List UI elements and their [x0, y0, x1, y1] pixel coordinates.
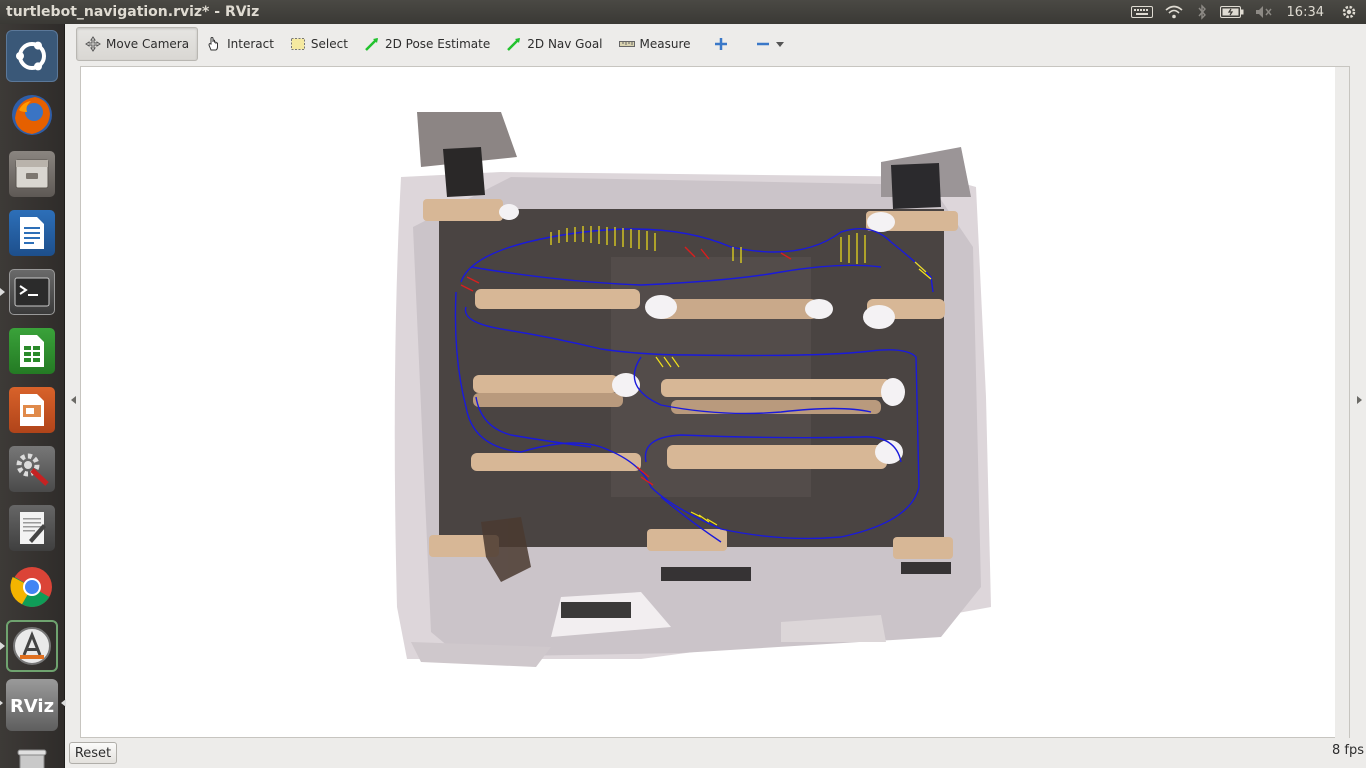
select-box-icon [290, 36, 306, 52]
window-title: turtlebot_navigation.rviz* - RViz [6, 4, 260, 20]
rviz-icon-label: RViz [10, 696, 54, 717]
top-panel: turtlebot_navigation.rviz* - RViz 16:34 [0, 0, 1366, 24]
render-panel [66, 64, 1366, 741]
hand-icon [206, 36, 222, 52]
libreoffice-writer-icon[interactable] [6, 207, 58, 259]
bluetooth-icon[interactable] [1189, 0, 1215, 24]
select-label: Select [310, 37, 348, 51]
system-settings-icon[interactable] [6, 443, 58, 495]
clock[interactable]: 16:34 [1279, 0, 1332, 24]
firefox-icon[interactable] [6, 89, 58, 141]
add-tool-button[interactable] [699, 27, 743, 61]
wifi-icon[interactable] [1159, 0, 1189, 24]
text-editor-icon[interactable] [6, 502, 58, 554]
point-cloud-map [394, 112, 991, 667]
battery-icon[interactable] [1215, 0, 1249, 24]
fps-readout: 8 fps [1331, 743, 1364, 758]
interact-label: Interact [227, 37, 274, 51]
vertical-scrollbar[interactable] [1335, 67, 1349, 741]
session-gear-icon[interactable] [1332, 0, 1366, 24]
2d-nav-goal-button[interactable]: 2D Nav Goal [498, 27, 610, 61]
pose-estimate-arrow-icon [364, 36, 380, 52]
move-camera-icon [85, 36, 101, 52]
select-button[interactable]: Select [282, 27, 356, 61]
measure-button[interactable]: Measure [611, 27, 699, 61]
libreoffice-calc-icon[interactable] [6, 325, 58, 377]
ruler-icon [618, 36, 635, 52]
move-camera-label: Move Camera [106, 37, 190, 51]
measure-label: Measure [639, 37, 691, 51]
trash-icon[interactable] [6, 736, 58, 768]
interact-button[interactable]: Interact [198, 27, 282, 61]
nav-goal-arrow-icon [506, 36, 522, 52]
right-dock-toggle-icon[interactable] [1357, 396, 1362, 404]
2d-pose-estimate-button[interactable]: 2D Pose Estimate [356, 27, 498, 61]
chrome-icon[interactable] [6, 561, 58, 613]
remove-tool-button[interactable] [743, 27, 796, 61]
terminal-icon[interactable] [0, 266, 58, 318]
keyboard-icon[interactable] [1125, 0, 1159, 24]
system-tray: 16:34 [1125, 0, 1366, 24]
ubuntu-dash-icon[interactable] [6, 30, 58, 82]
move-camera-button[interactable]: Move Camera [76, 27, 199, 61]
pose-estimate-label: 2D Pose Estimate [384, 37, 491, 51]
minus-icon [755, 36, 771, 52]
reset-button[interactable]: Reset [69, 742, 117, 764]
status-bar: Reset 8 fps [66, 738, 1366, 768]
files-icon[interactable] [6, 148, 58, 200]
left-dock-toggle-icon[interactable] [71, 396, 76, 404]
plus-icon [713, 36, 729, 52]
rviz-icon[interactable]: RViz [0, 679, 66, 731]
software-updater-icon[interactable] [0, 620, 58, 672]
rviz-toolbar: Move Camera Interact Select 2D Pose Esti… [66, 24, 1366, 64]
volume-muted-icon[interactable] [1249, 0, 1279, 24]
chevron-down-icon [775, 36, 784, 52]
launcher: RViz [0, 24, 66, 768]
nav-goal-label: 2D Nav Goal [527, 37, 603, 51]
libreoffice-impress-icon[interactable] [6, 384, 58, 436]
3d-view[interactable] [80, 66, 1350, 741]
